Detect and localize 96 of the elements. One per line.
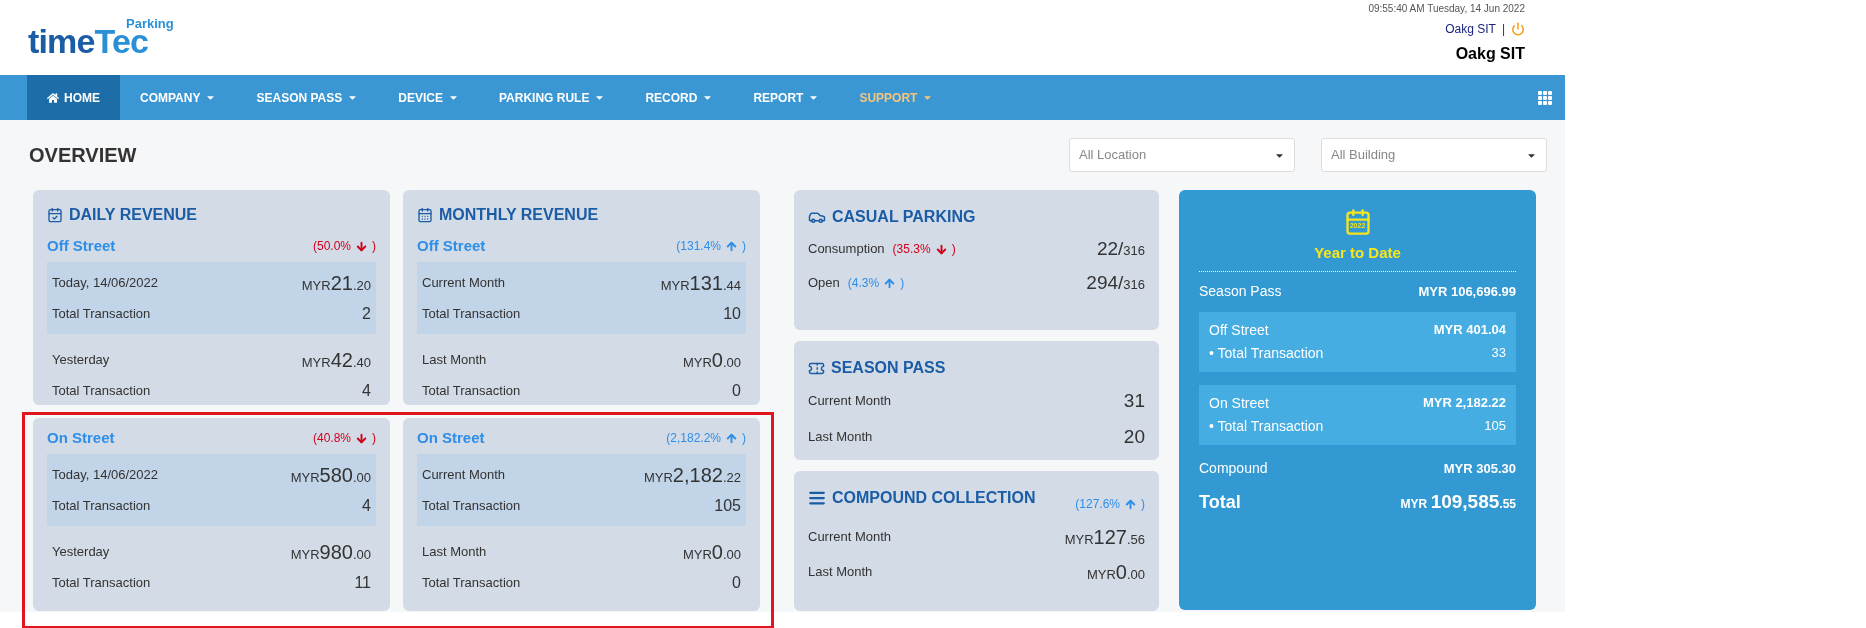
amount: MYR42.40	[301, 347, 371, 373]
row-label: Total Transaction	[422, 496, 521, 515]
row-value: 33	[1491, 344, 1506, 363]
card-title: MONTHLY REVENUE	[439, 205, 599, 225]
list-icon	[808, 489, 826, 507]
card-title: CASUAL PARKING	[832, 207, 976, 227]
row-label: Total Transaction	[52, 304, 151, 323]
change-percentage: (131.4% )	[676, 238, 746, 255]
total-label: Total	[1199, 491, 1241, 514]
filter-dropdown[interactable]: All Location	[1069, 138, 1295, 172]
section-title: On Street	[47, 427, 115, 448]
amount: MYR0.00	[682, 347, 741, 373]
nav-tab[interactable]: HOME	[27, 75, 120, 120]
row-label: Today, 14/06/2022	[52, 465, 158, 484]
row-value: MYR 2,182.22	[1422, 394, 1506, 413]
row-label: Yesterday	[52, 542, 110, 561]
row-value: 0	[732, 572, 741, 593]
row-label: Season Pass	[1199, 282, 1282, 301]
row-label: Today, 14/06/2022	[52, 273, 158, 292]
section-title: Off Street	[417, 235, 486, 256]
row-value: 4	[362, 495, 371, 516]
change-percentage: (4.3% )	[847, 275, 905, 292]
change-percentage: (50.0% )	[312, 238, 376, 255]
filter-dropdown[interactable]: All Building	[1321, 138, 1547, 172]
row-value: 105	[714, 495, 741, 516]
row-label: Current Month	[808, 527, 892, 546]
row-value: 4	[362, 380, 371, 401]
amount: MYR131.44	[660, 270, 741, 296]
page-title: OVERVIEW	[29, 143, 137, 168]
calendar-icon	[417, 207, 433, 223]
row-value: MYR 106,696.99	[1418, 282, 1516, 301]
section-title: Off Street	[47, 235, 116, 256]
nav-tab[interactable]: PARKING RULE	[478, 75, 626, 120]
row-label: • Total Transaction	[1209, 343, 1324, 363]
amount: MYR0.00	[682, 539, 741, 565]
amount: MYR21.20	[301, 270, 371, 296]
row-label: Current Month	[422, 273, 506, 292]
occupancy-count: 294/316	[1086, 270, 1145, 295]
row-label: Last Month	[808, 562, 873, 581]
amount: MYR580.00	[290, 462, 371, 488]
nav-tab[interactable]: SEASON PASS	[236, 75, 379, 120]
row-label: Total Transaction	[422, 381, 521, 400]
nav-tab[interactable]: DEVICE	[378, 75, 479, 120]
row-label: Total Transaction	[52, 573, 151, 592]
row-value: MYR 401.04	[1433, 321, 1506, 340]
nav-tab[interactable]: RECORD	[625, 75, 734, 120]
row-value: 0	[732, 380, 741, 401]
row-label: Last Month	[808, 428, 873, 447]
row-value: 20	[1123, 424, 1145, 449]
apps-grid-icon[interactable]	[1537, 89, 1553, 106]
user-link[interactable]: Oakg SIT	[1445, 20, 1496, 38]
nav-tab[interactable]: COMPANY	[120, 75, 237, 120]
row-label: On Street	[1209, 393, 1269, 413]
row-label: Last Month	[422, 350, 487, 369]
date-time: 09:55:40 AM Tuesday, 14 Jun 2022	[1368, 2, 1525, 16]
change-percentage: (35.3% )	[892, 241, 956, 258]
row-label: Current Month	[422, 465, 506, 484]
row-value: 10	[723, 303, 741, 324]
card-title: DAILY REVENUE	[69, 205, 198, 225]
home-icon	[47, 91, 59, 104]
card-title: COMPOUND COLLECTION	[832, 488, 1036, 508]
row-label: Off Street	[1209, 320, 1269, 340]
row-label: • Total Transaction	[1209, 416, 1324, 436]
calendar-check-icon	[47, 207, 63, 223]
row-value: 2	[362, 303, 371, 324]
amount: MYR127.56	[1064, 524, 1145, 550]
row-label: Last Month	[422, 542, 487, 561]
row-label: Open	[808, 274, 840, 293]
year-to-date-title: Year to Date	[1314, 243, 1401, 263]
change-percentage: (40.8% )	[312, 430, 376, 447]
row-value: 105	[1484, 417, 1506, 436]
row-label: Total Transaction	[52, 496, 151, 515]
nav-tab[interactable]: REPORT	[733, 75, 840, 120]
row-value: 11	[354, 572, 371, 593]
company-name: Oakg SIT	[1455, 44, 1525, 64]
change-percentage: (2,182.2% )	[666, 430, 746, 447]
row-value: 31	[1123, 388, 1145, 413]
power-icon[interactable]	[1511, 22, 1525, 36]
occupancy-count: 22/316	[1096, 236, 1145, 261]
change-percentage: (127.6% )	[1075, 496, 1145, 513]
section-title: On Street	[417, 427, 485, 448]
row-label: Consumption	[808, 240, 885, 259]
row-label: Compound	[1199, 459, 1268, 478]
amount: MYR0.00	[1086, 559, 1145, 585]
total-amount: MYR 109,585.55	[1400, 490, 1516, 515]
row-label: Total Transaction	[422, 573, 521, 592]
amount: MYR2,182.22	[643, 462, 741, 488]
row-label: Current Month	[808, 392, 892, 411]
row-value: MYR 305.30	[1443, 459, 1516, 478]
row-label: Total Transaction	[422, 304, 521, 323]
card-title: SEASON PASS	[831, 358, 946, 378]
nav-tab[interactable]: SUPPORT	[839, 75, 954, 120]
row-label: Total Transaction	[52, 381, 151, 400]
amount: MYR980.00	[290, 539, 371, 565]
separator: |	[1501, 21, 1505, 38]
row-label: Yesterday	[52, 350, 110, 369]
